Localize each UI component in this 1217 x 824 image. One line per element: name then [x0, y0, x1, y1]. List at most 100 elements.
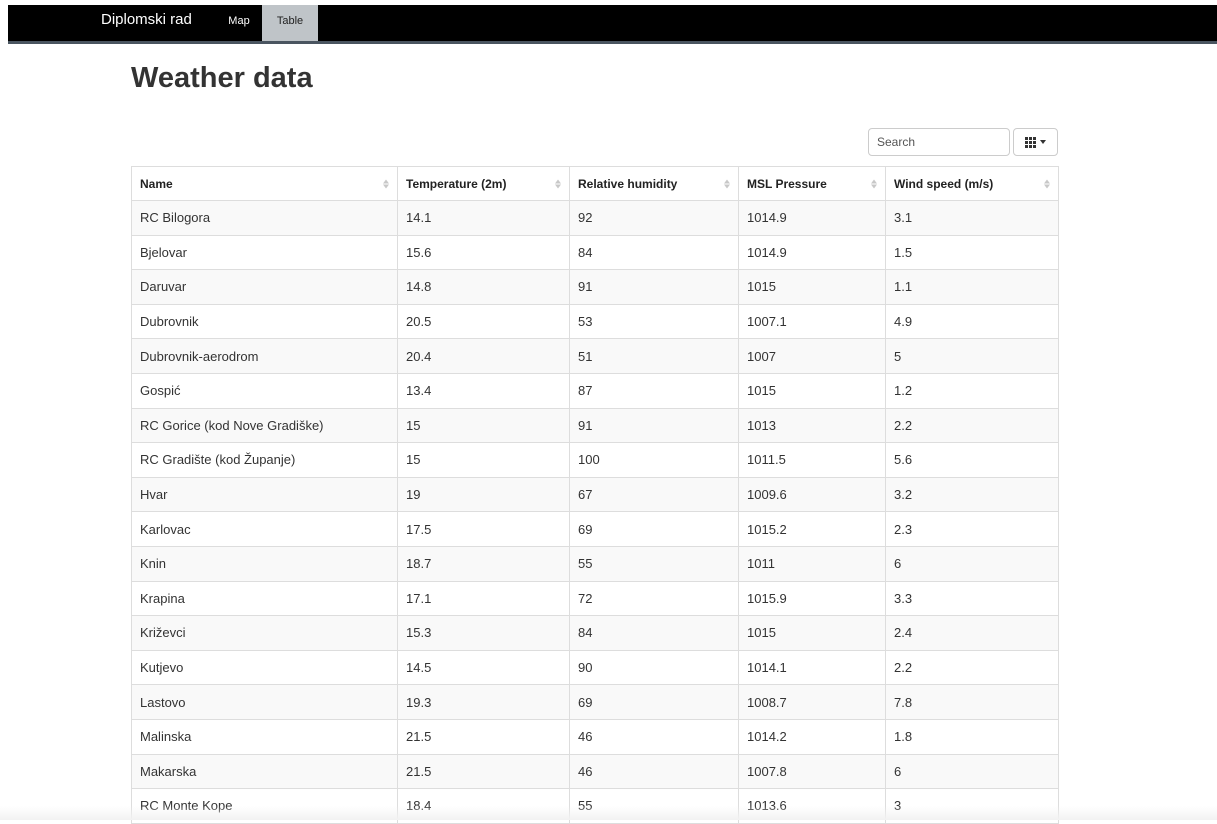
cell-humidity: 69 — [569, 684, 739, 720]
cell-temperature: 15.3 — [397, 615, 570, 651]
cell-temperature: 20.5 — [397, 303, 570, 340]
column-header-pressure[interactable]: MSL Pressure — [738, 166, 886, 201]
cell-temperature: 18.7 — [397, 545, 570, 582]
column-header-wind-speed[interactable]: Wind speed (m/s) — [885, 166, 1059, 201]
table-row: Dubrovnik 20.5 53 1007.1 4.9 — [131, 303, 1059, 340]
cell-humidity: 46 — [569, 753, 739, 790]
cell-wind-speed: 5 — [885, 338, 1059, 374]
column-header-name[interactable]: Name — [131, 166, 398, 201]
cell-temperature: 14.5 — [397, 649, 570, 686]
search-input[interactable] — [868, 128, 1010, 156]
cell-wind-speed: 6 — [885, 753, 1059, 790]
cell-name: RC Bilogora — [131, 200, 398, 236]
cell-pressure: 1014.9 — [738, 200, 886, 236]
cell-name: Karlovac — [131, 511, 398, 547]
table-row: Hvar 19 67 1009.6 3.2 — [131, 476, 1059, 513]
cell-humidity: 84 — [569, 234, 739, 271]
cell-pressure: 1013 — [738, 407, 886, 444]
cell-temperature: 15 — [397, 407, 570, 444]
nav-link-table[interactable]: Table — [262, 5, 318, 41]
table-row: Kutjevo 14.5 90 1014.1 2.2 — [131, 649, 1059, 686]
table-row: Malinska 21.5 46 1014.2 1.8 — [131, 718, 1059, 755]
table-row: Karlovac 17.5 69 1015.2 2.3 — [131, 511, 1059, 547]
cell-name: RC Gradište (kod Županje) — [131, 442, 398, 478]
cell-wind-speed: 5.6 — [885, 442, 1059, 478]
cell-humidity: 91 — [569, 269, 739, 305]
cell-name: Križevci — [131, 615, 398, 651]
cell-temperature: 19 — [397, 476, 570, 513]
cell-temperature: 17.5 — [397, 511, 570, 547]
table-row: RC Gradište (kod Županje) 15 100 1011.5 5.6 — [131, 442, 1059, 478]
column-header-humidity[interactable]: Relative humidity — [569, 166, 739, 201]
table-row: RC Bilogora 14.1 92 1014.9 3.1 — [131, 200, 1059, 236]
table-row: RC Gorice (kod Nove Gradiške) 15 91 1013 2.2 — [131, 407, 1059, 444]
cell-wind-speed: 3.3 — [885, 580, 1059, 617]
cell-wind-speed: 1.2 — [885, 372, 1059, 409]
cell-humidity: 51 — [569, 338, 739, 374]
cell-temperature: 21.5 — [397, 753, 570, 790]
cell-pressure: 1011 — [738, 545, 886, 582]
table-row: Gospić 13.4 87 1015 1.2 — [131, 372, 1059, 409]
cell-wind-speed: 3.1 — [885, 200, 1059, 236]
cell-pressure: 1015 — [738, 269, 886, 305]
cell-name: Bjelovar — [131, 234, 398, 271]
cell-pressure: 1007.8 — [738, 753, 886, 790]
sort-icon — [871, 179, 877, 188]
cell-wind-speed: 1.8 — [885, 718, 1059, 755]
table-body: RC Bilogora 14.1 92 1014.9 3.1 Bjelovar 15.6 84… — [131, 200, 1059, 824]
sort-icon — [555, 179, 561, 188]
cell-pressure: 1014.2 — [738, 718, 886, 755]
cell-pressure: 1015.2 — [738, 511, 886, 547]
table-row: Daruvar 14.8 91 1015 1.1 — [131, 269, 1059, 305]
cell-name: Hvar — [131, 476, 398, 513]
cell-temperature: 19.3 — [397, 684, 570, 720]
cell-wind-speed: 2.4 — [885, 615, 1059, 651]
cell-humidity: 90 — [569, 649, 739, 686]
column-header-temperature[interactable]: Temperature (2m) — [397, 166, 570, 201]
cell-humidity: 91 — [569, 407, 739, 444]
cell-wind-speed: 2.3 — [885, 511, 1059, 547]
cell-name: Daruvar — [131, 269, 398, 305]
cell-wind-speed: 2.2 — [885, 649, 1059, 686]
table-row: Krapina 17.1 72 1015.9 3.3 — [131, 580, 1059, 617]
sort-icon — [1044, 179, 1050, 188]
cell-humidity: 55 — [569, 545, 739, 582]
cell-pressure: 1007.1 — [738, 303, 886, 340]
table-row: Križevci 15.3 84 1015 2.4 — [131, 615, 1059, 651]
cell-wind-speed: 1.5 — [885, 234, 1059, 271]
cell-temperature: 21.5 — [397, 718, 570, 755]
cell-wind-speed: 3.2 — [885, 476, 1059, 513]
cell-pressure: 1009.6 — [738, 476, 886, 513]
cell-name: Malinska — [131, 718, 398, 755]
window-bottom-edge — [0, 806, 1217, 820]
sort-icon — [724, 179, 730, 188]
weather-table: Name Temperature (2m) Relative humidity … — [131, 166, 1059, 824]
cell-temperature: 15 — [397, 442, 570, 478]
columns-toggle-button[interactable] — [1013, 128, 1058, 156]
table-row: Lastovo 19.3 69 1008.7 7.8 — [131, 684, 1059, 720]
caret-down-icon — [1040, 140, 1046, 144]
cell-name: Kutjevo — [131, 649, 398, 686]
cell-humidity: 69 — [569, 511, 739, 547]
cell-wind-speed: 1.1 — [885, 269, 1059, 305]
cell-humidity: 100 — [569, 442, 739, 478]
cell-wind-speed: 7.8 — [885, 684, 1059, 720]
cell-pressure: 1015 — [738, 615, 886, 651]
cell-name: RC Gorice (kod Nove Gradiške) — [131, 407, 398, 444]
cell-temperature: 14.8 — [397, 269, 570, 305]
navbar-brand[interactable]: Diplomski rad — [101, 11, 192, 29]
cell-temperature: 15.6 — [397, 234, 570, 271]
cell-humidity: 87 — [569, 372, 739, 409]
cell-humidity: 46 — [569, 718, 739, 755]
cell-name: Makarska — [131, 753, 398, 790]
cell-name: Dubrovnik-aerodrom — [131, 338, 398, 374]
cell-pressure: 1015 — [738, 372, 886, 409]
weather-table-container: Name Temperature (2m) Relative humidity … — [131, 166, 1059, 824]
cell-temperature: 17.1 — [397, 580, 570, 617]
table-header-row: Name Temperature (2m) Relative humidity … — [131, 166, 1059, 201]
cell-name: Lastovo — [131, 684, 398, 720]
table-row: Makarska 21.5 46 1007.8 6 — [131, 753, 1059, 790]
cell-temperature: 20.4 — [397, 338, 570, 374]
cell-wind-speed: 6 — [885, 545, 1059, 582]
nav-link-map[interactable]: Map — [222, 5, 256, 41]
